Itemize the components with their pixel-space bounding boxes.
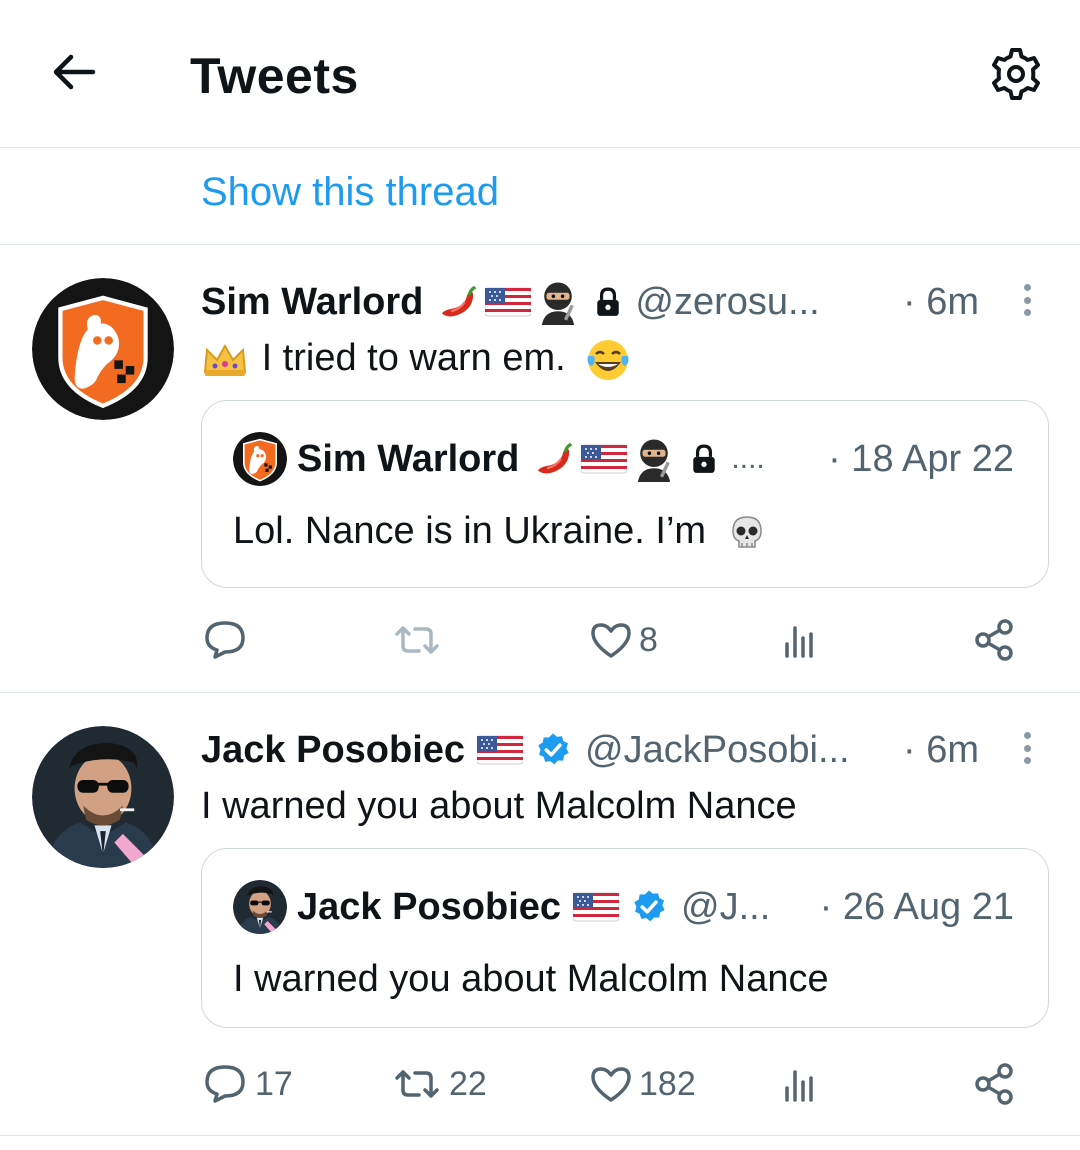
like-count: 8 bbox=[639, 620, 658, 659]
tweet[interactable]: Sim Warlord @zerosu... · 6m I tried to w… bbox=[0, 246, 1080, 693]
avatar bbox=[233, 880, 287, 934]
share-button[interactable] bbox=[971, 1054, 1023, 1114]
author-name[interactable]: Sim Warlord bbox=[201, 281, 423, 324]
reply-button[interactable] bbox=[201, 610, 255, 670]
views-chart-icon bbox=[785, 626, 813, 658]
share-icon bbox=[975, 1063, 1013, 1105]
share-button[interactable] bbox=[971, 610, 1023, 670]
skull-emoji bbox=[731, 516, 762, 548]
quoted-tweet[interactable]: Jack Posobiec @J... · 26 Aug 21 I warned… bbox=[201, 848, 1049, 1028]
retweet-button[interactable]: 22 bbox=[391, 1054, 487, 1114]
tweet-timestamp[interactable]: · 6m bbox=[903, 274, 979, 330]
ninja-emoji bbox=[535, 279, 581, 325]
quoted-tweet-text: I warned you about Malcolm Nance bbox=[233, 958, 829, 1000]
avatar[interactable] bbox=[32, 726, 174, 868]
ninja-emoji bbox=[631, 436, 677, 482]
reply-count: 17 bbox=[255, 1064, 293, 1103]
us-flag-emoji bbox=[573, 891, 619, 923]
tweet[interactable]: Jack Posobiec @JackPosobi... · 6m I warn… bbox=[0, 694, 1080, 1136]
tweet-header: Sim Warlord @zerosu... bbox=[201, 274, 820, 330]
us-flag-emoji bbox=[477, 734, 523, 766]
retweet-count: 22 bbox=[449, 1064, 487, 1103]
views-chart-icon bbox=[785, 1070, 813, 1102]
more-options-button[interactable] bbox=[1010, 728, 1044, 768]
quoted-tweet-text-content: Lol. Nance is in Ukraine. I’m bbox=[233, 510, 707, 552]
heart-icon bbox=[591, 623, 631, 658]
quoted-tweet-timestamp: · 26 Aug 21 bbox=[819, 886, 1014, 928]
show-thread-row: Show this thread bbox=[0, 149, 1080, 245]
views-button[interactable] bbox=[779, 1054, 825, 1114]
tweet-text: I warned you about Malcolm Nance bbox=[201, 785, 797, 827]
share-icon bbox=[975, 619, 1013, 661]
page-title: Tweets bbox=[190, 48, 359, 104]
like-button[interactable]: 182 bbox=[589, 1054, 696, 1114]
author-name: Jack Posobiec bbox=[297, 885, 562, 928]
us-flag-emoji bbox=[485, 286, 531, 318]
tweet-actions: 17 22 182 bbox=[201, 1054, 1031, 1114]
quoted-tweet[interactable]: Sim Warlord .... · 18 Apr 22 Lol. Nance … bbox=[201, 400, 1049, 588]
laughing-tears-emoji bbox=[587, 339, 629, 380]
tweet-actions: 8 bbox=[201, 610, 1031, 670]
back-button[interactable] bbox=[44, 42, 104, 102]
show-thread-link[interactable]: Show this thread bbox=[201, 167, 499, 217]
like-count: 182 bbox=[639, 1064, 696, 1103]
reply-icon bbox=[205, 621, 245, 659]
crown-emoji bbox=[203, 343, 247, 376]
author-name[interactable]: Jack Posobiec bbox=[201, 729, 465, 772]
verified-badge-icon bbox=[631, 889, 667, 925]
arrow-left-icon bbox=[53, 54, 96, 90]
tweet-timestamp[interactable]: · 6m bbox=[903, 722, 979, 778]
tweet-text-content: I tried to warn em. bbox=[261, 337, 566, 379]
gear-icon bbox=[992, 48, 1040, 100]
quoted-tweet-header: Jack Posobiec @J... bbox=[233, 877, 770, 937]
verified-badge-icon bbox=[535, 732, 571, 768]
lock-icon bbox=[691, 444, 717, 474]
avatar bbox=[233, 432, 287, 486]
like-button[interactable]: 8 bbox=[589, 610, 658, 670]
top-app-bar: Tweets bbox=[0, 0, 1080, 148]
retweet-icon bbox=[395, 1070, 439, 1098]
views-button[interactable] bbox=[779, 610, 825, 670]
settings-button[interactable] bbox=[984, 42, 1048, 106]
author-handle[interactable]: @zerosu... bbox=[635, 281, 819, 324]
heart-icon bbox=[591, 1067, 631, 1102]
reply-button[interactable]: 17 bbox=[201, 1054, 293, 1114]
more-options-button[interactable] bbox=[1010, 280, 1044, 320]
tweet-header: Jack Posobiec @JackPosobi... bbox=[201, 722, 850, 778]
author-handle: .... bbox=[731, 442, 765, 475]
us-flag-emoji bbox=[581, 443, 627, 475]
chili-pepper-emoji bbox=[435, 279, 481, 325]
retweet-button[interactable] bbox=[391, 610, 449, 670]
lock-icon bbox=[595, 287, 621, 317]
author-handle: @J... bbox=[681, 885, 771, 928]
quoted-tweet-text: Lol. Nance is in Ukraine. I’m bbox=[233, 503, 769, 559]
quoted-tweet-header: Sim Warlord .... bbox=[233, 429, 765, 489]
reply-icon bbox=[205, 1065, 245, 1103]
avatar[interactable] bbox=[32, 278, 174, 420]
author-name: Sim Warlord bbox=[297, 437, 520, 480]
quoted-tweet-timestamp: · 18 Apr 22 bbox=[828, 438, 1014, 480]
tweet-text: I tried to warn em. bbox=[201, 330, 634, 386]
retweet-icon bbox=[395, 626, 439, 654]
author-handle[interactable]: @JackPosobi... bbox=[585, 729, 850, 772]
chili-pepper-emoji bbox=[531, 436, 577, 482]
